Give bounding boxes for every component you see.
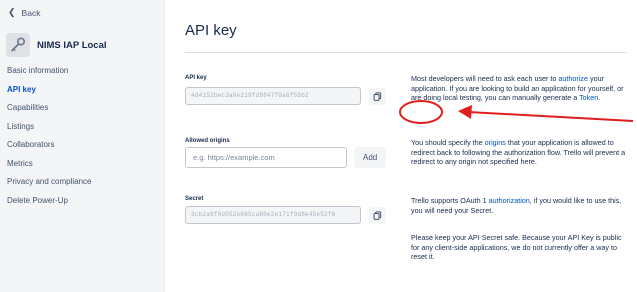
back-label: Back: [21, 7, 41, 18]
api-key-help: Most developers will need to ask each us…: [411, 74, 631, 103]
copy-api-key-button[interactable]: [369, 88, 386, 105]
sidebar-item-delete-power-up[interactable]: Delete Power-Up: [0, 192, 160, 211]
api-key-field[interactable]: 4d4152bec3a0e219fd9847f0a6f59b2: [185, 87, 361, 105]
allowed-origins-input[interactable]: [185, 147, 347, 168]
secret-field[interactable]: 3cb2a9f0d052e865ca80e2e171f0d8e45e52f6: [185, 206, 361, 224]
main-panel: API key API key 4d4152bec3a0e219fd9847f0…: [164, 0, 637, 292]
secret-label: Secret: [185, 196, 204, 202]
allowed-origins-label: Allowed origins: [185, 138, 230, 144]
token-link[interactable]: Token: [579, 93, 598, 102]
authorization-link[interactable]: authorization: [489, 196, 530, 205]
copy-secret-button[interactable]: [369, 207, 386, 224]
copy-icon: [373, 92, 382, 101]
sidebar: ❮ Back NIMS IAP Local Basic information …: [0, 0, 160, 292]
back-link[interactable]: ❮ Back: [8, 7, 40, 18]
app-name: NIMS IAP Local: [37, 39, 107, 51]
sidebar-item-metrics[interactable]: Metrics: [0, 155, 160, 174]
sidebar-item-capabilities[interactable]: Capabilities: [0, 99, 160, 118]
app-icon: [6, 33, 30, 57]
page-title: API key: [185, 22, 237, 39]
origins-link[interactable]: origins: [485, 138, 506, 147]
add-origin-button[interactable]: Add: [354, 147, 387, 168]
origins-help-text-1: You should specify the: [411, 138, 485, 147]
secret-help: Trello supports OAuth 1 authorization, i…: [411, 196, 631, 215]
sidebar-item-api-key[interactable]: API key: [0, 81, 160, 100]
app-header: NIMS IAP Local: [6, 33, 107, 57]
copy-icon: [373, 211, 382, 220]
secret-help-text-1: Trello supports OAuth 1: [411, 196, 489, 205]
api-key-help-text-1: Most developers will need to ask each us…: [411, 74, 559, 83]
secret-note: Please keep your API Secret safe. Becaus…: [411, 233, 622, 262]
title-divider: [185, 52, 627, 53]
authorize-link[interactable]: authorize: [558, 74, 588, 83]
api-key-help-text-3: .: [598, 93, 601, 103]
origins-help: You should specify the origins that your…: [411, 138, 631, 167]
sidebar-item-privacy-and-compliance[interactable]: Privacy and compliance: [0, 173, 160, 192]
chevron-left-icon: ❮: [8, 7, 16, 17]
sidebar-item-listings[interactable]: Listings: [0, 118, 160, 137]
sidebar-item-collaborators[interactable]: Collaborators: [0, 136, 160, 155]
api-key-label: API key: [185, 75, 207, 81]
sidebar-item-basic-information[interactable]: Basic information: [0, 62, 160, 81]
sidebar-nav: Basic information API key Capabilities L…: [0, 62, 160, 210]
